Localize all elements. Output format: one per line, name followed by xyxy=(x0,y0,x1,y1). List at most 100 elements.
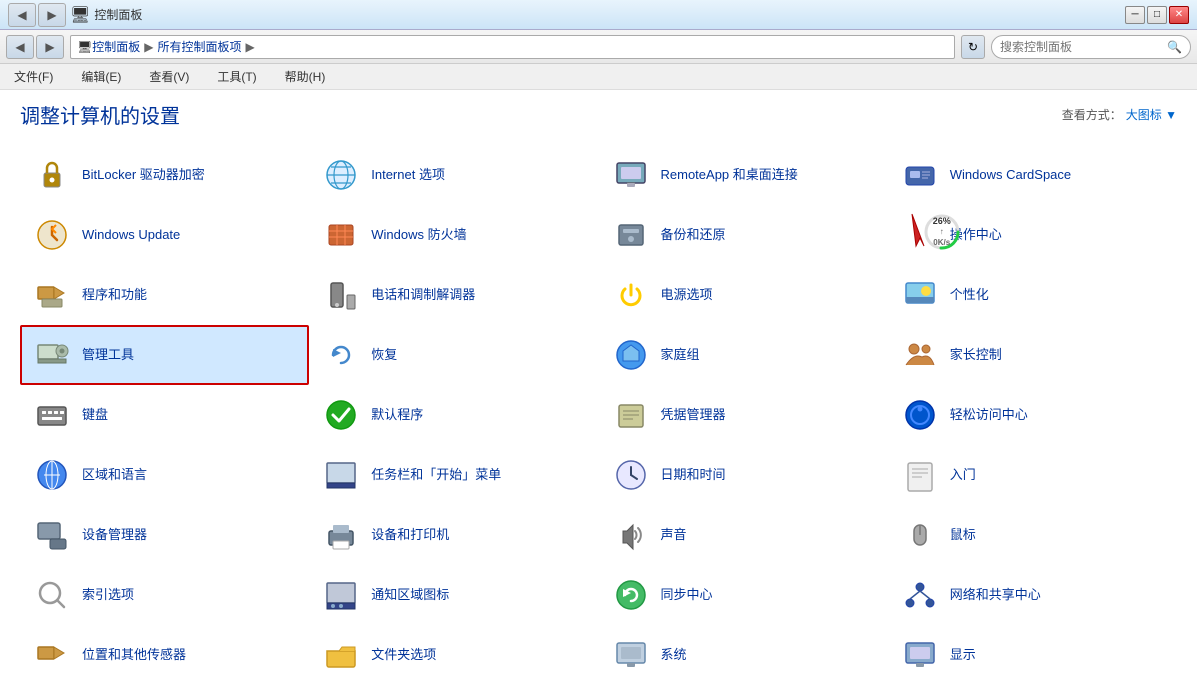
menu-view[interactable]: 查看(V) xyxy=(143,66,195,87)
control-item-synccenter[interactable]: 同步中心 xyxy=(599,565,888,625)
control-item-personalize[interactable]: 个性化 xyxy=(888,265,1177,325)
item-label-region: 区域和语言 xyxy=(82,467,147,484)
breadcrumb-item-2[interactable]: 所有控制面板项 xyxy=(157,38,241,55)
control-item-phone[interactable]: 电话和调制解调器 xyxy=(309,265,598,325)
control-item-credmgr[interactable]: 凭据管理器 xyxy=(599,385,888,445)
addr-nav-buttons[interactable]: ◀ ▶ xyxy=(6,35,64,59)
folder-icon: 🖥 xyxy=(77,40,92,54)
window-controls[interactable]: ─ □ ✕ xyxy=(1125,6,1189,24)
item-label-internet: Internet 选项 xyxy=(371,167,445,184)
control-item-getstarted[interactable]: 入门 xyxy=(888,445,1177,505)
item-label-cardspace: Windows CardSpace xyxy=(950,167,1071,184)
main-container: 调整计算机的设置 查看方式： 大图标 ▼ BitLocker 驱动器加密 Inte… xyxy=(0,90,1197,677)
forward-button[interactable]: ▶ xyxy=(38,3,66,27)
item-icon-mouse xyxy=(900,515,940,555)
control-item-programs[interactable]: 程序和功能 xyxy=(20,265,309,325)
window-icon: 🖥 xyxy=(70,5,90,25)
view-options[interactable]: 查看方式： 大图标 ▼ xyxy=(1062,106,1177,123)
item-label-bitlocker: BitLocker 驱动器加密 xyxy=(82,167,205,184)
search-bar[interactable]: 🔍 xyxy=(991,35,1191,59)
item-label-network: 网络和共享中心 xyxy=(950,587,1041,604)
menu-tools[interactable]: 工具(T) xyxy=(211,66,262,87)
page-title: 调整计算机的设置 xyxy=(20,100,180,129)
control-item-folderopt[interactable]: 文件夹选项 xyxy=(309,625,598,677)
item-icon-datetime xyxy=(611,455,651,495)
control-item-homegroup[interactable]: 家庭组 xyxy=(599,325,888,385)
item-icon-network xyxy=(900,575,940,615)
item-icon-location xyxy=(32,635,72,675)
item-icon-personalize xyxy=(900,275,940,315)
item-icon-sound xyxy=(611,515,651,555)
control-item-location[interactable]: 位置和其他传感器 xyxy=(20,625,309,677)
control-item-notifyicons[interactable]: 通知区域图标 xyxy=(309,565,598,625)
item-label-programs: 程序和功能 xyxy=(82,287,147,304)
item-label-getstarted: 入门 xyxy=(950,467,976,484)
control-item-sound[interactable]: 声音 xyxy=(599,505,888,565)
menu-file[interactable]: 文件(F) xyxy=(8,66,59,87)
control-item-firewall[interactable]: Windows 防火墙 xyxy=(309,205,598,265)
control-item-actioncenter[interactable]: 26%↑ 0K/s 操作中心 xyxy=(888,205,1177,265)
control-item-parental[interactable]: 家长控制 xyxy=(888,325,1177,385)
item-label-personalize: 个性化 xyxy=(950,287,989,304)
menu-edit[interactable]: 编辑(E) xyxy=(75,66,127,87)
control-item-indexopts[interactable]: 索引选项 xyxy=(20,565,309,625)
item-icon-restore xyxy=(321,335,361,375)
control-item-display[interactable]: 显示 xyxy=(888,625,1177,677)
control-item-system[interactable]: 系统 xyxy=(599,625,888,677)
item-icon-taskbar xyxy=(321,455,361,495)
item-label-notifyicons: 通知区域图标 xyxy=(371,587,449,604)
content-area[interactable]: 调整计算机的设置 查看方式： 大图标 ▼ BitLocker 驱动器加密 Inte… xyxy=(0,90,1197,677)
close-button[interactable]: ✕ xyxy=(1169,6,1189,24)
item-label-restore: 恢复 xyxy=(371,347,397,364)
control-item-bitlocker[interactable]: BitLocker 驱动器加密 xyxy=(20,145,309,205)
item-icon-credmgr xyxy=(611,395,651,435)
item-label-folderopt: 文件夹选项 xyxy=(371,647,436,664)
item-icon-programs xyxy=(32,275,72,315)
control-item-admtools[interactable]: 管理工具 xyxy=(20,325,309,385)
minimize-button[interactable]: ─ xyxy=(1125,6,1145,24)
breadcrumb-bar[interactable]: 🖥 控制面板 ▶ 所有控制面板项 ▶ xyxy=(70,35,955,59)
item-icon-admtools xyxy=(32,335,72,375)
control-item-winupdate[interactable]: Windows Update xyxy=(20,205,309,265)
address-bar: ◀ ▶ 🖥 控制面板 ▶ 所有控制面板项 ▶ ↻ 🔍 xyxy=(0,30,1197,64)
item-icon-devmgr xyxy=(32,515,72,555)
nav-buttons[interactable]: ◀ ▶ xyxy=(8,3,66,27)
control-item-easymgr[interactable]: 轻松访问中心 xyxy=(888,385,1177,445)
control-item-restore[interactable]: 恢复 xyxy=(309,325,598,385)
control-item-defaultprog[interactable]: 默认程序 xyxy=(309,385,598,445)
item-label-indexopts: 索引选项 xyxy=(82,587,134,604)
control-item-devmgr[interactable]: 设备管理器 xyxy=(20,505,309,565)
control-item-cardspace[interactable]: Windows CardSpace xyxy=(888,145,1177,205)
item-icon-winupdate xyxy=(32,215,72,255)
menu-bar: 文件(F) 编辑(E) 查看(V) 工具(T) 帮助(H) xyxy=(0,64,1197,90)
control-item-power[interactable]: 电源选项 xyxy=(599,265,888,325)
title-bar-left: ◀ ▶ 🖥 控制面板 xyxy=(8,3,142,27)
addr-back-button[interactable]: ◀ xyxy=(6,35,34,59)
search-input[interactable] xyxy=(1000,40,1163,54)
control-item-network[interactable]: 网络和共享中心 xyxy=(888,565,1177,625)
menu-help[interactable]: 帮助(H) xyxy=(279,66,332,87)
control-item-internet[interactable]: Internet 选项 xyxy=(309,145,598,205)
control-item-keyboard[interactable]: 键盘 xyxy=(20,385,309,445)
item-icon-display xyxy=(900,635,940,675)
view-mode-link[interactable]: 大图标 ▼ xyxy=(1126,106,1177,123)
control-item-mouse[interactable]: 鼠标 xyxy=(888,505,1177,565)
item-icon-internet xyxy=(321,155,361,195)
item-icon-cardspace xyxy=(900,155,940,195)
control-item-region[interactable]: 区域和语言 xyxy=(20,445,309,505)
item-icon-notifyicons xyxy=(321,575,361,615)
breadcrumb-item-1[interactable]: 控制面板 xyxy=(92,38,140,55)
control-item-backup[interactable]: 备份和还原 xyxy=(599,205,888,265)
addr-forward-button[interactable]: ▶ xyxy=(36,35,64,59)
control-item-remoteapp[interactable]: RemoteApp 和桌面连接 xyxy=(599,145,888,205)
item-label-remoteapp: RemoteApp 和桌面连接 xyxy=(661,167,798,184)
item-label-devprinters: 设备和打印机 xyxy=(371,527,449,544)
item-label-firewall: Windows 防火墙 xyxy=(371,227,466,244)
control-item-devprinters[interactable]: 设备和打印机 xyxy=(309,505,598,565)
control-item-datetime[interactable]: 日期和时间 xyxy=(599,445,888,505)
back-button[interactable]: ◀ xyxy=(8,3,36,27)
control-item-taskbar[interactable]: 任务栏和「开始」菜单 xyxy=(309,445,598,505)
item-icon-devprinters xyxy=(321,515,361,555)
refresh-button[interactable]: ↻ xyxy=(961,35,985,59)
maximize-button[interactable]: □ xyxy=(1147,6,1167,24)
